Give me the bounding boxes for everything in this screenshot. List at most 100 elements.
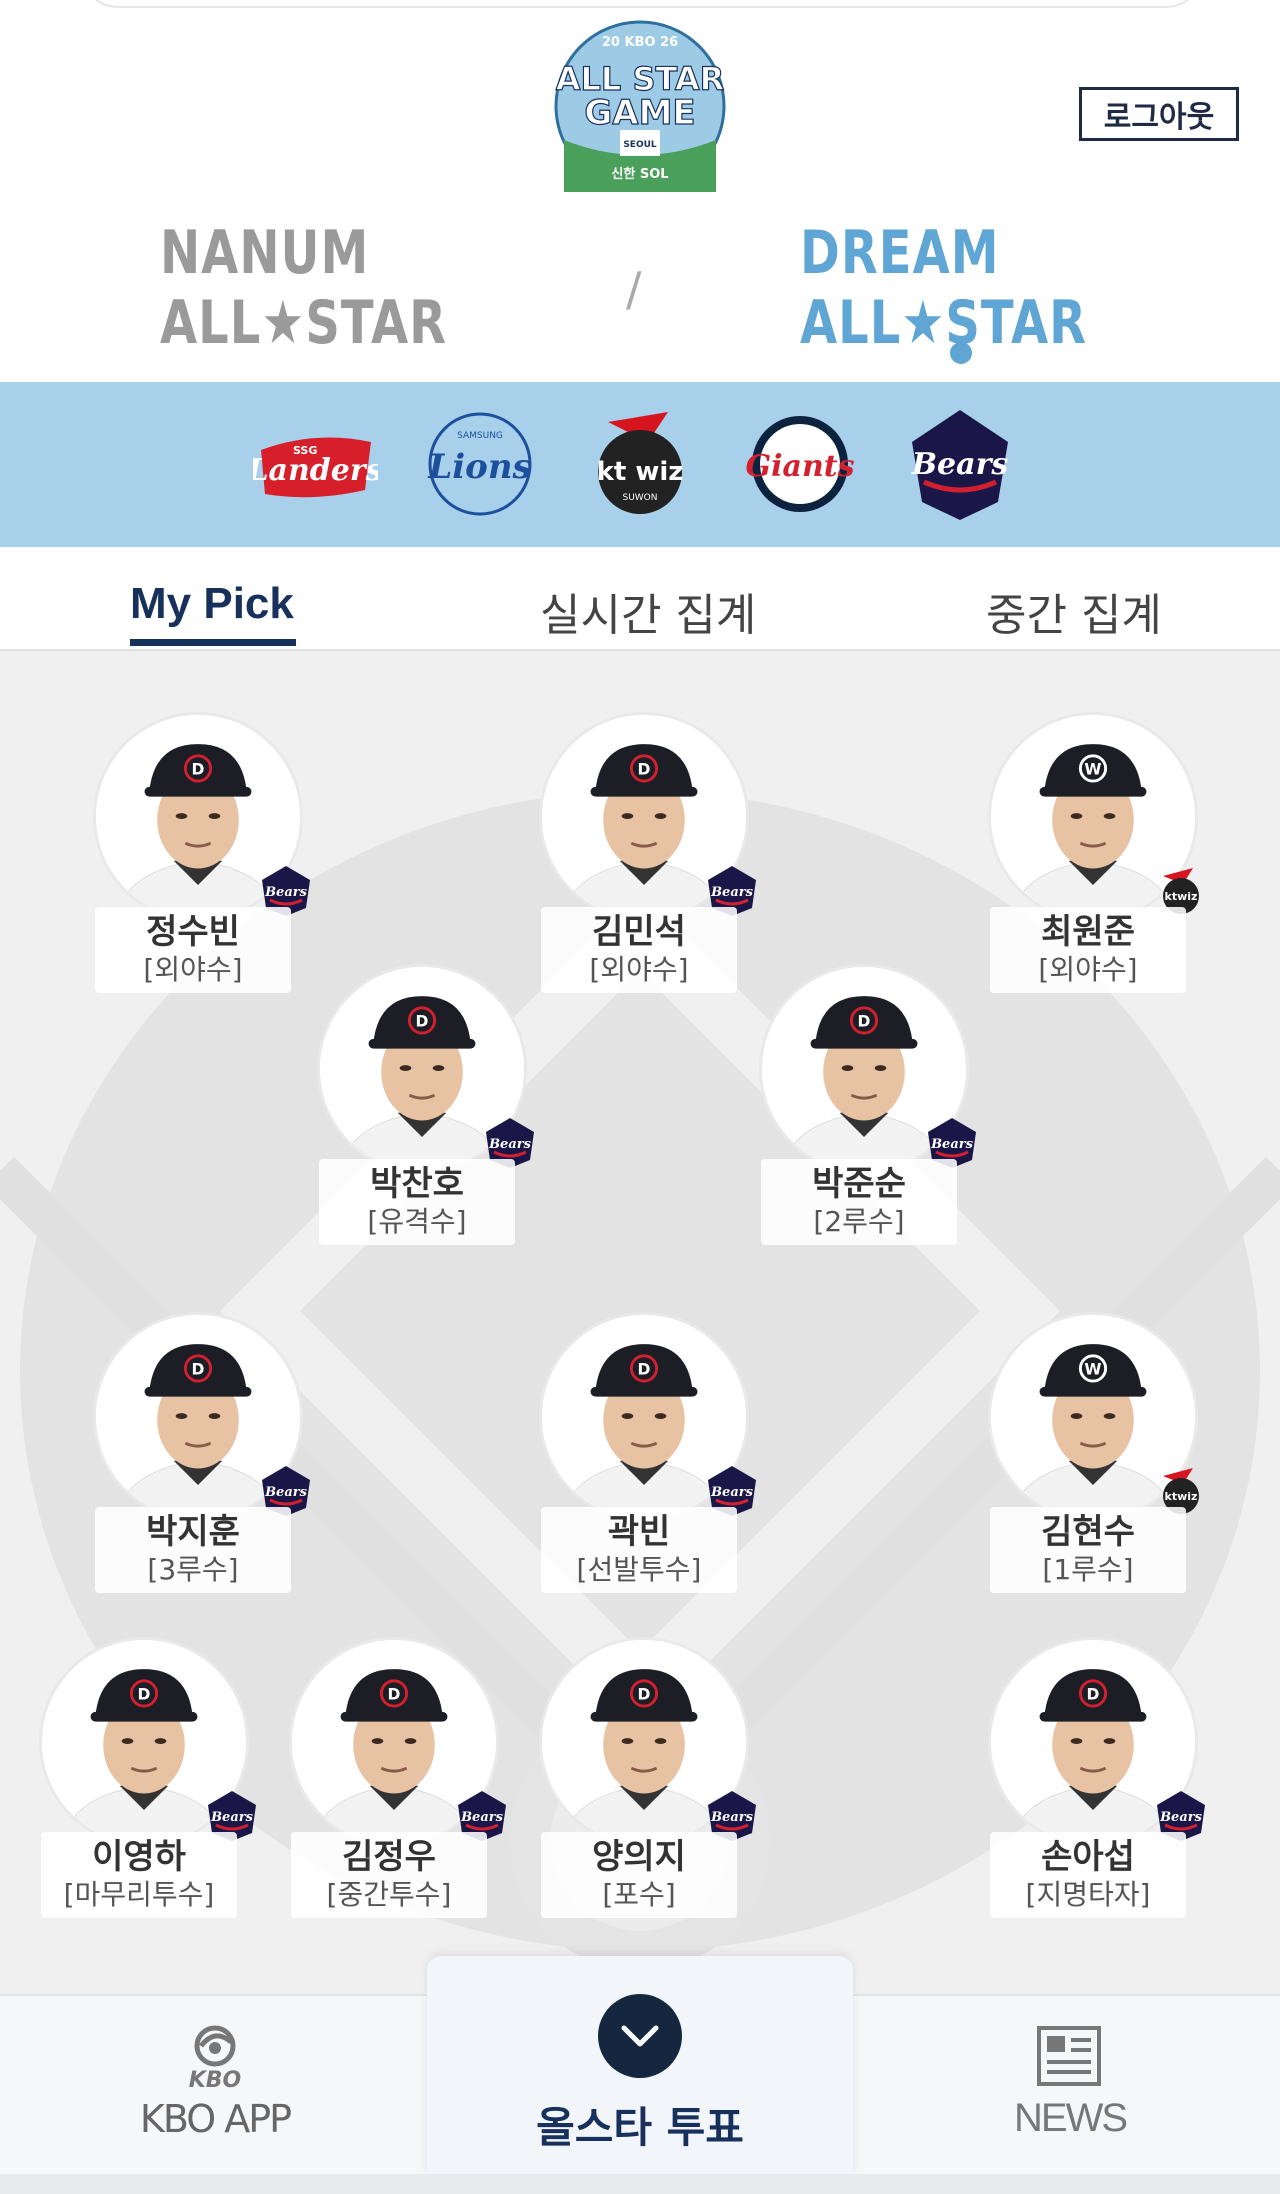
svg-text:SSG: SSG xyxy=(293,444,317,457)
active-tab-underline xyxy=(130,639,296,646)
player-position: [중간투수] xyxy=(326,1878,452,1911)
player-card[interactable]: D Bears 곽빈 [선발투수] xyxy=(529,1312,759,1602)
nav-kbo-app[interactable]: KBO KBO APP xyxy=(110,2024,320,2141)
svg-text:D: D xyxy=(638,1685,651,1703)
player-position: [선발투수] xyxy=(576,1553,702,1586)
svg-text:신한 SOL: 신한 SOL xyxy=(611,166,668,182)
newspaper-icon xyxy=(1037,2026,1101,2086)
svg-text:Bears: Bears xyxy=(460,1810,504,1825)
svg-text:D: D xyxy=(638,760,651,778)
svg-text:D: D xyxy=(638,1360,651,1378)
nanum-allstar-label: NANUM ALL★STAR xyxy=(160,218,448,358)
vote-toggle-button[interactable] xyxy=(598,1994,682,2078)
player-position: [외야수] xyxy=(589,953,689,986)
nav-allstar-vote[interactable]: 올스타 투표 xyxy=(427,1956,853,2174)
svg-text:ktwiz: ktwiz xyxy=(1165,890,1198,903)
svg-text:20 KBO 26: 20 KBO 26 xyxy=(602,35,678,50)
player-card[interactable]: W ktwiz 김현수 [1루수] xyxy=(978,1312,1208,1602)
svg-text:Lions: Lions xyxy=(427,447,531,487)
bottom-edge xyxy=(0,2174,1280,2194)
player-name: 손아섭 xyxy=(1041,1837,1135,1877)
svg-text:D: D xyxy=(138,1685,151,1703)
top-sheet-edge xyxy=(80,0,1204,8)
player-card[interactable]: D Bears 이영하 [마무리투수] xyxy=(29,1637,259,1927)
samsung-lions-logo[interactable]: Lions SAMSUNG xyxy=(418,402,543,527)
player-name: 곽빈 xyxy=(607,1512,671,1552)
player-name: 김현수 xyxy=(1041,1512,1135,1552)
svg-text:Landers: Landers xyxy=(253,453,378,488)
doosan-bears-logo[interactable]: Bears xyxy=(898,402,1023,527)
player-name: 이영하 xyxy=(92,1837,186,1877)
tab-realtime-count[interactable]: 실시간 집계 xyxy=(540,579,756,643)
player-nameplate: 박준순 [2루수] xyxy=(761,1159,957,1245)
player-nameplate: 손아섭 [지명타자] xyxy=(990,1832,1186,1918)
svg-text:W: W xyxy=(1084,1360,1101,1378)
svg-text:D: D xyxy=(858,1012,871,1030)
kbo-swirl-icon xyxy=(194,2025,236,2067)
vote-tabs: My Pick 실시간 집계 중간 집계 xyxy=(0,547,1280,651)
tab-dream-allstar[interactable]: DREAM ALL★STAR xyxy=(800,218,1130,358)
player-position: [1루수] xyxy=(1042,1553,1134,1586)
player-position: [유격수] xyxy=(367,1205,467,1238)
tab-nanum-allstar[interactable]: NANUM ALL★STAR xyxy=(160,218,480,358)
ssg-landers-logo[interactable]: Landers SSG xyxy=(253,402,378,527)
player-nameplate: 박찬호 [유격수] xyxy=(319,1159,515,1245)
svg-text:Bears: Bears xyxy=(710,885,754,900)
player-card[interactable]: D Bears 박찬호 [유격수] xyxy=(307,964,537,1254)
logout-button[interactable]: 로그아웃 xyxy=(1079,87,1239,141)
svg-text:GAME: GAME xyxy=(584,93,695,133)
player-position: [외야수] xyxy=(1038,953,1138,986)
player-name: 김정우 xyxy=(342,1837,436,1877)
tab-my-pick[interactable]: My Pick xyxy=(130,579,294,629)
dream-allstar-label: DREAM ALL★STAR xyxy=(800,218,1088,358)
player-card[interactable]: D Bears 김민석 [외야수] xyxy=(529,712,759,1002)
player-position: [지명타자] xyxy=(1025,1878,1151,1911)
svg-text:Bears: Bears xyxy=(488,1137,532,1152)
svg-text:Bears: Bears xyxy=(1159,1810,1203,1825)
kbo-small-label: KBO xyxy=(188,2068,242,2093)
player-card[interactable]: D Bears 양의지 [포수] xyxy=(529,1637,759,1927)
svg-text:Bears: Bears xyxy=(710,1810,754,1825)
svg-text:D: D xyxy=(1087,1685,1100,1703)
player-card[interactable]: D Bears 정수빈 [외야수] xyxy=(83,712,313,1002)
team-logo-strip: Landers SSG Lions SAMSUNG kt wiz SUWON G… xyxy=(0,382,1280,547)
allstar-game-logo: 20 KBO 26 ALL STAR GAME SEOUL 신한 SOL xyxy=(554,20,726,192)
svg-text:D: D xyxy=(388,1685,401,1703)
player-position: [2루수] xyxy=(813,1205,905,1238)
nav-news[interactable]: NEWS xyxy=(1010,2026,1130,2141)
news-label: NEWS xyxy=(1014,2096,1128,2140)
player-card[interactable]: D Bears 김정우 [중간투수] xyxy=(279,1637,509,1927)
player-position: [3루수] xyxy=(147,1553,239,1586)
lotte-giants-logo[interactable]: Giants xyxy=(738,402,863,527)
header: 20 KBO 26 ALL STAR GAME SEOUL 신한 SOL 로그아… xyxy=(0,0,1280,382)
tab-interim-count[interactable]: 중간 집계 xyxy=(986,579,1162,643)
player-card[interactable]: D Bears 박준순 [2루수] xyxy=(749,964,979,1254)
chevron-down-icon xyxy=(621,2025,659,2047)
player-nameplate: 양의지 [포수] xyxy=(541,1832,737,1918)
svg-text:D: D xyxy=(192,760,205,778)
player-card[interactable]: W ktwiz 최원준 [외야수] xyxy=(978,712,1208,1002)
player-nameplate: 곽빈 [선발투수] xyxy=(541,1507,737,1593)
svg-text:Bears: Bears xyxy=(930,1137,974,1152)
svg-text:kt wiz: kt wiz xyxy=(597,457,684,487)
svg-text:Bears: Bears xyxy=(710,1485,754,1500)
player-name: 박찬호 xyxy=(370,1164,464,1204)
player-card[interactable]: D Bears 박지훈 [3루수] xyxy=(83,1312,313,1602)
selected-indicator-dot xyxy=(950,342,972,364)
player-nameplate: 정수빈 [외야수] xyxy=(95,907,291,993)
svg-text:Bears: Bears xyxy=(210,1810,254,1825)
svg-text:ktwiz: ktwiz xyxy=(1165,1490,1198,1503)
kbo-app-label: KBO APP xyxy=(139,2097,292,2141)
svg-text:Bears: Bears xyxy=(264,1485,308,1500)
player-nameplate: 김정우 [중간투수] xyxy=(291,1832,487,1918)
allstar-vote-label: 올스타 투표 xyxy=(536,2103,744,2152)
kt-wiz-logo[interactable]: kt wiz SUWON xyxy=(578,402,703,527)
svg-text:W: W xyxy=(1084,760,1101,778)
player-name: 양의지 xyxy=(592,1837,686,1877)
player-card[interactable]: D Bears 손아섭 [지명타자] xyxy=(978,1637,1208,1927)
player-nameplate: 김민석 [외야수] xyxy=(541,907,737,993)
player-name: 김민석 xyxy=(592,912,686,952)
player-name: 정수빈 xyxy=(146,912,240,952)
svg-text:SAMSUNG: SAMSUNG xyxy=(457,431,503,441)
svg-text:SUWON: SUWON xyxy=(622,493,657,503)
